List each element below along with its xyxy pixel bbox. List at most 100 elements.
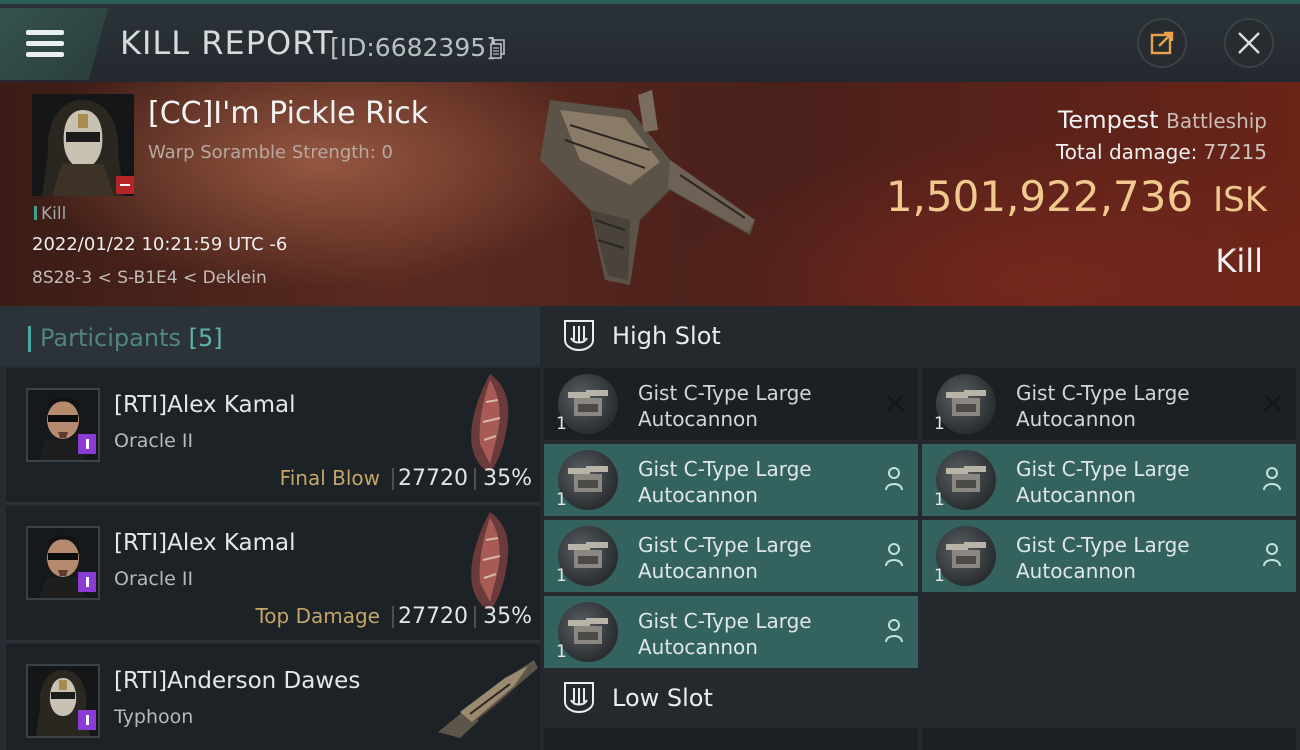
module-item[interactable]: 1 Gist C-Type Large Autocannon bbox=[544, 520, 918, 592]
autocannon-art bbox=[568, 542, 608, 568]
participant-ship: Oracle II bbox=[114, 430, 194, 452]
menu-icon-bar bbox=[26, 41, 64, 46]
autocannon-icon bbox=[558, 602, 618, 662]
total-damage: Total damage: 77215 bbox=[1056, 140, 1267, 164]
module-item[interactable]: 1 Gist C-Type Large Autocannon bbox=[922, 520, 1296, 592]
pilot-icon bbox=[885, 543, 903, 567]
module-name: Gist C-Type Large Autocannon bbox=[1016, 456, 1236, 508]
corp-badge bbox=[78, 710, 96, 730]
participants-header: Participants [5] bbox=[0, 306, 540, 366]
kill-tag: Kill bbox=[34, 204, 66, 224]
participant-ship-image bbox=[471, 512, 509, 610]
menu-button[interactable] bbox=[0, 8, 108, 80]
low-slot-header: Low Slot bbox=[540, 668, 1300, 728]
module-quantity: 1 bbox=[556, 490, 567, 510]
share-button[interactable] bbox=[1137, 18, 1187, 68]
victim-banner: [CC]I'm Pickle Rick Warp Soramble Streng… bbox=[0, 82, 1300, 306]
module-item[interactable]: 1 Gist C-Type Large Autocannon bbox=[922, 368, 1296, 440]
participant-row[interactable]: [RTI]Alex Kamal Oracle II Top Damage 277… bbox=[6, 506, 540, 642]
participant-name[interactable]: [RTI]Alex Kamal bbox=[114, 530, 296, 556]
autocannon-icon bbox=[936, 374, 996, 434]
top-bar: KILL REPORT [ID:6682395] bbox=[0, 0, 1300, 82]
autocannon-art bbox=[946, 390, 986, 416]
module-name-line: Gist C-Type Large bbox=[1016, 381, 1190, 405]
high-slot-header: High Slot bbox=[540, 306, 1300, 366]
close-button[interactable] bbox=[1224, 18, 1274, 68]
destroyed-x-icon bbox=[886, 394, 904, 412]
autocannon-icon bbox=[558, 450, 618, 510]
victim-name[interactable]: [CC]I'm Pickle Rick bbox=[148, 96, 428, 131]
module-name-line: Gist C-Type Large bbox=[638, 609, 812, 633]
autocannon-icon bbox=[558, 526, 618, 586]
ship-name: Tempest bbox=[1057, 106, 1159, 134]
hostile-badge bbox=[116, 176, 134, 194]
participant-name[interactable]: [RTI]Anderson Dawes bbox=[114, 668, 360, 694]
menu-icon-bar bbox=[26, 52, 64, 57]
close-icon bbox=[1238, 32, 1260, 54]
kill-tag-label: Kill bbox=[41, 204, 67, 224]
module-item[interactable]: 1 Gist C-Type Large Autocannon bbox=[544, 596, 918, 668]
module-quantity: 1 bbox=[556, 414, 567, 434]
module-quantity: 1 bbox=[556, 566, 567, 586]
warp-scramble-strength: Warp Soramble Strength: 0 bbox=[148, 142, 393, 163]
participant-damage: 27720 bbox=[398, 466, 468, 491]
participant-name[interactable]: [RTI]Alex Kamal bbox=[114, 392, 296, 418]
separator bbox=[474, 606, 476, 628]
participant-role: Top Damage bbox=[255, 604, 380, 628]
victim-ship-image bbox=[540, 90, 755, 285]
autocannon-icon bbox=[936, 450, 996, 510]
participants-title: Participants [5] bbox=[40, 324, 223, 352]
participant-damage: 27720 bbox=[398, 604, 468, 629]
module-name: Gist C-Type Large Autocannon bbox=[638, 532, 858, 584]
module-name-line: Gist C-Type Large bbox=[638, 457, 812, 481]
module-name-line: Autocannon bbox=[638, 559, 758, 583]
low-slot-module-partial[interactable] bbox=[544, 728, 918, 750]
participant-percent: 35% bbox=[483, 604, 532, 629]
module-name: Gist C-Type Large Autocannon bbox=[638, 380, 858, 432]
victim-ship-type: Tempest Battleship bbox=[1058, 106, 1267, 134]
participants-title-text: Participants bbox=[40, 324, 181, 352]
module-name-line: Autocannon bbox=[1016, 407, 1136, 431]
pilot-icon bbox=[1263, 467, 1281, 491]
module-name-line: Autocannon bbox=[638, 635, 758, 659]
high-slot-title: High Slot bbox=[612, 322, 721, 350]
corp-badge bbox=[78, 434, 96, 454]
page-title: KILL REPORT bbox=[120, 24, 334, 62]
module-name-line: Autocannon bbox=[638, 483, 758, 507]
module-name-line: Autocannon bbox=[638, 407, 758, 431]
module-name-line: Gist C-Type Large bbox=[1016, 533, 1190, 557]
low-slot-title: Low Slot bbox=[612, 684, 713, 712]
pilot-icon bbox=[1263, 543, 1281, 567]
destroyed-x-icon bbox=[1264, 394, 1282, 412]
report-id: [ID:6682395] bbox=[330, 33, 496, 62]
module-item[interactable]: 1 Gist C-Type Large Autocannon bbox=[544, 368, 918, 440]
participant-ship: Typhoon bbox=[114, 706, 194, 728]
isk-unit: ISK bbox=[1213, 180, 1267, 220]
module-name-line: Gist C-Type Large bbox=[638, 381, 812, 405]
participant-ship-image bbox=[471, 374, 509, 472]
separator bbox=[392, 606, 394, 628]
module-quantity: 1 bbox=[934, 490, 945, 510]
kill-location[interactable]: 8S28-3 < S-B1E4 < Deklein bbox=[32, 268, 267, 288]
module-item[interactable]: 1 Gist C-Type Large Autocannon bbox=[922, 444, 1296, 516]
share-icon bbox=[1150, 31, 1174, 55]
module-name-line: Gist C-Type Large bbox=[1016, 457, 1190, 481]
module-quantity: 1 bbox=[934, 414, 945, 434]
kill-tag-marker bbox=[34, 206, 37, 220]
participant-row[interactable]: [RTI]Alex Kamal Oracle II Final Blow 277… bbox=[6, 368, 540, 504]
low-slot-icon bbox=[564, 682, 594, 714]
header-accent bbox=[28, 326, 31, 352]
module-name: Gist C-Type Large Autocannon bbox=[1016, 532, 1236, 584]
module-name: Gist C-Type Large Autocannon bbox=[638, 608, 858, 660]
autocannon-icon bbox=[558, 374, 618, 434]
low-slot-module-partial[interactable] bbox=[922, 728, 1296, 750]
participant-ship: Oracle II bbox=[114, 568, 194, 590]
module-name: Gist C-Type Large Autocannon bbox=[638, 456, 858, 508]
separator bbox=[474, 468, 476, 490]
module-item[interactable]: 1 Gist C-Type Large Autocannon bbox=[544, 444, 918, 516]
separator bbox=[392, 468, 394, 490]
ship-class: Battleship bbox=[1166, 109, 1267, 133]
participant-row[interactable]: [RTI]Anderson Dawes Typhoon bbox=[6, 644, 540, 750]
total-damage-label: Total damage: bbox=[1055, 140, 1198, 164]
copy-icon[interactable] bbox=[490, 39, 506, 59]
